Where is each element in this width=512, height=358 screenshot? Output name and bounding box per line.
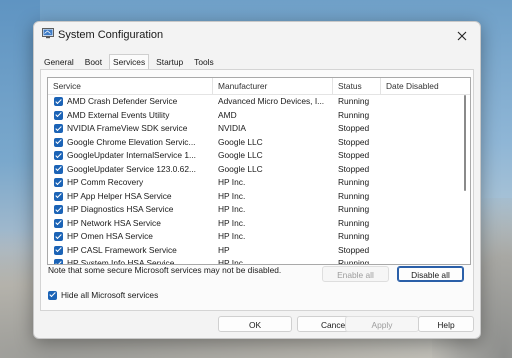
service-manufacturer: HP Inc. [218,258,246,265]
secure-services-note: Note that some secure Microsoft services… [48,265,282,275]
service-checkbox[interactable] [54,218,63,228]
tab-general[interactable]: General [40,54,78,70]
service-manufacturer: Advanced Micro Devices, I... [218,96,325,106]
enable-all-button[interactable]: Enable all [322,266,389,282]
service-status: Running [338,177,370,187]
column-header-status[interactable]: Status [333,78,381,94]
service-name: HP App Helper HSA Service [67,190,172,201]
column-header-service[interactable]: Service [48,78,213,94]
service-status: Running [338,109,370,120]
service-manufacturer: Google LLC [218,150,263,160]
service-status: Running [338,204,370,214]
service-status: Stopped [338,163,370,174]
service-name: AMD External Events Utility [67,109,170,120]
service-name: HP Network HSA Service [67,217,161,228]
service-row[interactable]: GoogleUpdater Service 123.0.62... Google … [48,163,458,177]
service-row[interactable]: HP System Info HSA Service HP Inc. Running [48,257,458,265]
service-row[interactable]: GoogleUpdater InternalService 1... Google… [48,149,458,163]
service-name: GoogleUpdater InternalService 1... [67,150,196,160]
help-button[interactable]: Help [418,316,474,332]
vertical-scrollbar[interactable] [462,94,468,262]
service-manufacturer: HP [218,244,230,255]
service-checkbox[interactable] [54,151,63,160]
system-configuration-window: System Configuration General Boot Servic… [33,21,481,339]
tab-boot[interactable]: Boot [81,54,106,70]
service-manufacturer: NVIDIA [218,123,246,133]
service-name: HP Diagnostics HSA Service [67,204,174,214]
service-row[interactable]: HP App Helper HSA Service HP Inc. Running [48,190,458,204]
service-row[interactable]: AMD External Events Utility AMD Running [48,109,458,123]
service-checkbox[interactable] [54,97,63,106]
service-name: NVIDIA FrameView SDK service [67,123,188,133]
service-checkbox[interactable] [54,205,63,214]
ok-button[interactable]: OK [218,316,292,332]
service-checkbox[interactable] [54,232,63,241]
service-checkbox[interactable] [54,245,63,255]
services-panel: Service Manufacturer Status Date Disable… [40,69,474,311]
service-status: Stopped [338,150,370,160]
service-name: HP Omen HSA Service [67,231,153,241]
list-header: Service Manufacturer Status Date Disable… [48,78,470,95]
service-manufacturer: HP Inc. [218,217,246,228]
tab-startup[interactable]: Startup [152,54,187,70]
service-status: Running [338,190,370,201]
service-checkbox[interactable] [54,178,63,187]
service-row[interactable]: HP Network HSA Service HP Inc. Running [48,217,458,231]
service-checkbox[interactable] [54,164,63,174]
column-header-manufacturer[interactable]: Manufacturer [213,78,333,94]
service-status: Stopped [338,123,370,133]
title-bar[interactable]: System Configuration [34,22,480,50]
service-checkbox[interactable] [54,191,63,201]
services-list: Service Manufacturer Status Date Disable… [47,77,471,265]
close-button[interactable] [452,26,472,46]
service-name: HP CASL Framework Service [67,244,177,255]
service-status: Running [338,96,370,106]
msconfig-icon [42,28,54,39]
service-name: HP System Info HSA Service [67,258,175,265]
services-rows: AMD Crash Defender Service Advanced Micro… [48,95,458,265]
service-row[interactable]: HP CASL Framework Service HP Stopped [48,244,458,258]
service-name: GoogleUpdater Service 123.0.62... [67,163,196,174]
service-manufacturer: Google LLC [218,163,263,174]
service-name: Google Chrome Elevation Servic... [67,136,196,147]
hide-microsoft-services-checkbox[interactable] [48,290,57,300]
hide-microsoft-services-label: Hide all Microsoft services [61,290,159,300]
scrollbar-thumb[interactable] [464,95,466,191]
service-row[interactable]: HP Diagnostics HSA Service HP Inc. Running [48,203,458,217]
service-status: Stopped [338,244,370,255]
service-manufacturer: HP Inc. [218,177,246,187]
service-row[interactable]: AMD Crash Defender Service Advanced Micro… [48,95,458,109]
service-checkbox[interactable] [54,110,63,120]
tab-tools[interactable]: Tools [190,54,218,70]
service-status: Running [338,258,370,265]
service-manufacturer: HP Inc. [218,190,246,201]
service-row[interactable]: HP Omen HSA Service HP Inc. Running [48,230,458,244]
disable-all-button[interactable]: Disable all [397,266,464,282]
service-row[interactable]: Google Chrome Elevation Servic... Google … [48,136,458,150]
apply-button[interactable]: Apply [345,316,419,332]
service-status: Running [338,231,370,241]
service-checkbox[interactable] [54,137,63,147]
window-title: System Configuration [58,29,164,41]
service-manufacturer: Google LLC [218,136,263,147]
service-manufacturer: HP Inc. [218,231,246,241]
service-status: Stopped [338,136,370,147]
service-manufacturer: HP Inc. [218,204,246,214]
service-row[interactable]: HP Comm Recovery HP Inc. Running [48,176,458,190]
service-checkbox[interactable] [54,124,63,133]
service-row[interactable]: NVIDIA FrameView SDK service NVIDIA Stoppe… [48,122,458,136]
column-header-date-disabled[interactable]: Date Disabled [381,78,461,94]
service-name: AMD Crash Defender Service [67,96,178,106]
close-icon [457,31,467,41]
tab-services[interactable]: Services [109,54,150,70]
tab-strip: General Boot Services Startup Tools [40,54,221,70]
service-status: Running [338,217,370,228]
service-manufacturer: AMD [218,109,237,120]
service-name: HP Comm Recovery [67,177,144,187]
